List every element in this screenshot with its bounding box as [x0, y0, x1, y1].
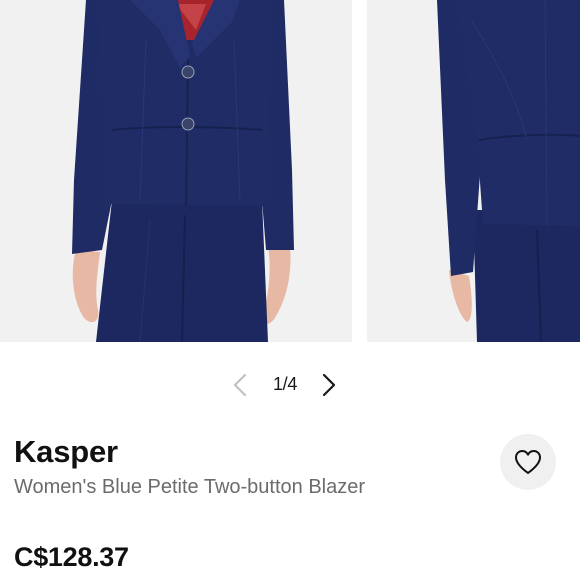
- chevron-right-icon[interactable]: [316, 372, 340, 398]
- price: C$128.37: [14, 542, 129, 572]
- product-title: Women's Blue Petite Two-button Blazer: [14, 476, 366, 498]
- like-button[interactable]: [500, 434, 556, 490]
- listing-page: 1/4 Kasper Women's Blue Petite Two-butto…: [0, 0, 580, 580]
- heart-outline-icon: [515, 450, 541, 474]
- product-photo-back[interactable]: [367, 0, 580, 342]
- image-gallery[interactable]: [0, 0, 580, 342]
- brand-name[interactable]: Kasper: [14, 434, 118, 470]
- gallery-pager: 1/4: [0, 365, 580, 405]
- blazer-back-photo: [367, 0, 580, 342]
- page-indicator: 1/4: [272, 374, 298, 394]
- product-photo-front[interactable]: [0, 0, 352, 342]
- blazer-front-photo: [0, 0, 352, 342]
- chevron-left-icon[interactable]: [229, 372, 253, 398]
